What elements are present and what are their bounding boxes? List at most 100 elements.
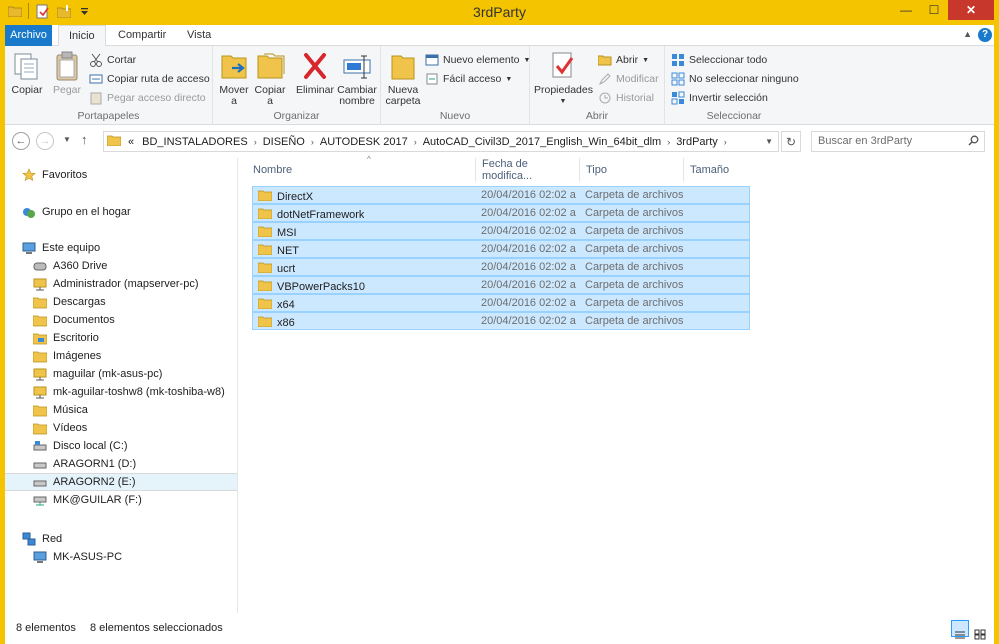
address-bar[interactable]: « BD_INSTALADORES › DISEÑO › AUTODESK 20…	[103, 131, 779, 152]
address-dropdown-icon[interactable]: ▼	[765, 137, 778, 146]
nav-item-drive-f[interactable]: MK@GUILAR (F:)	[5, 491, 237, 509]
easy-access-button[interactable]: Fácil acceso ▼	[425, 71, 512, 87]
nav-item-network-drive[interactable]: maguilar (mk-asus-pc)	[5, 365, 237, 383]
recent-locations-icon[interactable]: ▼	[63, 135, 71, 144]
file-row[interactable]: MSI 20/04/2016 02:02 a... Carpeta de arc…	[252, 222, 750, 240]
move-to-button[interactable]: Mover a	[217, 50, 251, 107]
search-input[interactable]: Buscar en 3rdParty	[811, 131, 985, 152]
breadcrumb-item[interactable]: AUTODESK 2017	[316, 136, 412, 148]
tab-home[interactable]: Inicio	[58, 25, 106, 47]
chevron-right-icon[interactable]: ›	[252, 137, 259, 147]
tab-share[interactable]: Compartir	[108, 25, 176, 46]
breadcrumb-item[interactable]: AutoCAD_Civil3D_2017_English_Win_64bit_d…	[419, 136, 665, 148]
details-view-button[interactable]	[951, 620, 969, 639]
paste-shortcut-label: Pegar acceso directo	[107, 92, 206, 104]
forward-button[interactable]: →	[36, 132, 54, 150]
chevron-right-icon[interactable]: ›	[309, 137, 316, 147]
cut-button[interactable]: Cortar	[89, 52, 136, 68]
breadcrumb-overflow[interactable]: «	[124, 136, 138, 148]
file-row[interactable]: x64 20/04/2016 02:02 a... Carpeta de arc…	[252, 294, 750, 312]
tab-file[interactable]: Archivo	[5, 25, 52, 46]
nav-item-desktop[interactable]: Escritorio	[5, 329, 237, 347]
refresh-button[interactable]: ↻	[781, 131, 801, 152]
copy-to-button[interactable]: Copiar a	[253, 50, 287, 107]
paste-shortcut-button[interactable]: Pegar acceso directo	[89, 90, 206, 106]
modify-button[interactable]: Modificar	[598, 71, 659, 87]
nav-item-downloads[interactable]: Descargas	[5, 293, 237, 311]
file-name: x86	[277, 316, 295, 329]
large-icons-view-icon	[974, 629, 986, 643]
file-row[interactable]: VBPowerPacks10 20/04/2016 02:02 a... Car…	[252, 276, 750, 294]
nav-item-homegroup[interactable]: Grupo en el hogar	[5, 203, 237, 221]
select-all-label: Seleccionar todo	[689, 54, 768, 66]
copy-folder-icon	[254, 50, 286, 82]
nav-item-drive-e[interactable]: ARAGORN2 (E:)	[5, 473, 237, 491]
drive-icon	[32, 456, 48, 472]
file-row[interactable]: dotNetFramework 20/04/2016 02:02 a... Ca…	[252, 204, 750, 222]
chevron-right-icon[interactable]: ›	[412, 137, 419, 147]
properties-button[interactable]: Propiedades ▼	[534, 50, 593, 107]
file-date: 20/04/2016 02:02 a...	[481, 315, 576, 327]
nav-item-network-pc[interactable]: MK-ASUS-PC	[5, 548, 237, 566]
select-all-button[interactable]: Seleccionar todo	[671, 52, 767, 68]
delete-x-icon	[299, 50, 331, 82]
maximize-button[interactable]: ☐	[920, 0, 948, 20]
folder-icon	[258, 225, 273, 240]
invert-selection-button[interactable]: Invertir selección	[671, 90, 768, 106]
collapse-ribbon-icon[interactable]: ▲	[963, 29, 972, 39]
close-button[interactable]: ✕	[948, 0, 994, 20]
up-button[interactable]: ↑	[81, 132, 88, 147]
nav-item-a360[interactable]: A360 Drive	[5, 257, 237, 275]
breadcrumb-item[interactable]: BD_INSTALADORES	[138, 136, 252, 148]
chevron-right-icon[interactable]: ›	[665, 137, 672, 147]
nav-item-network-drive[interactable]: mk-aguilar-toshw8 (mk-toshiba-w8)	[5, 383, 237, 401]
ribbon-tabs: Archivo Inicio Compartir Vista ▲ ?	[5, 25, 994, 47]
selection-count: 8 elementos seleccionados	[90, 622, 223, 634]
group-open: Propiedades ▼ Abrir ▼ Modificar Historia…	[530, 46, 665, 125]
open-button[interactable]: Abrir ▼	[598, 52, 649, 68]
column-header-name[interactable]: Nombre ^	[247, 155, 476, 182]
breadcrumb-item[interactable]: 3rdParty	[672, 136, 722, 148]
nav-item-favorites[interactable]: Favoritos	[5, 166, 237, 184]
large-icons-view-button[interactable]	[971, 620, 989, 640]
copy-path-button[interactable]: Copiar ruta de acceso	[89, 71, 210, 87]
minimize-button[interactable]: —	[892, 0, 920, 20]
file-row[interactable]: DirectX 20/04/2016 02:02 a... Carpeta de…	[252, 186, 750, 204]
nav-item-music[interactable]: Música	[5, 401, 237, 419]
tab-view[interactable]: Vista	[177, 25, 221, 46]
nav-label: Vídeos	[53, 422, 88, 434]
file-row[interactable]: x86 20/04/2016 02:02 a... Carpeta de arc…	[252, 312, 750, 330]
nav-item-network-drive[interactable]: Administrador (mapserver-pc)	[5, 275, 237, 293]
help-icon[interactable]: ?	[978, 28, 992, 42]
nav-item-documents[interactable]: Documentos	[5, 311, 237, 329]
nav-label: MK-ASUS-PC	[53, 551, 123, 563]
details-view-icon	[954, 630, 966, 644]
copy-button[interactable]: Copiar	[11, 50, 43, 96]
nav-item-drive-d[interactable]: ARAGORN1 (D:)	[5, 455, 237, 473]
chevron-right-icon[interactable]: ›	[722, 137, 729, 147]
invert-selection-label: Invertir selección	[689, 92, 768, 104]
nav-item-network[interactable]: Red	[5, 530, 237, 548]
file-row[interactable]: ucrt 20/04/2016 02:02 a... Carpeta de ar…	[252, 258, 750, 276]
edit-icon	[598, 72, 612, 86]
nav-label: Administrador (mapserver-pc)	[53, 278, 199, 290]
column-header-size[interactable]: Tamaño	[684, 158, 754, 182]
back-button[interactable]: ←	[12, 132, 30, 150]
paste-button[interactable]: Pegar	[49, 50, 85, 96]
breadcrumb-item[interactable]: DISEÑO	[259, 136, 309, 148]
delete-button[interactable]: Eliminar	[295, 50, 335, 96]
select-none-button[interactable]: No seleccionar ninguno	[671, 71, 799, 87]
rename-button[interactable]: Cambiar nombre	[337, 50, 377, 107]
nav-item-pictures[interactable]: Imágenes	[5, 347, 237, 365]
history-button[interactable]: Historial	[598, 90, 654, 106]
nav-item-this-pc[interactable]: Este equipo	[5, 239, 237, 257]
nav-item-drive-c[interactable]: Disco local (C:)	[5, 437, 237, 455]
file-row[interactable]: NET 20/04/2016 02:02 a... Carpeta de arc…	[252, 240, 750, 258]
nav-label: Este equipo	[42, 242, 101, 254]
paste-shortcut-icon	[89, 91, 103, 105]
new-folder-button[interactable]: Nueva carpeta	[385, 50, 421, 107]
column-header-type[interactable]: Tipo	[580, 158, 684, 182]
new-item-button[interactable]: Nuevo elemento ▼	[425, 52, 530, 68]
nav-item-videos[interactable]: Vídeos	[5, 419, 237, 437]
column-header-date[interactable]: Fecha de modifica...	[476, 158, 580, 182]
